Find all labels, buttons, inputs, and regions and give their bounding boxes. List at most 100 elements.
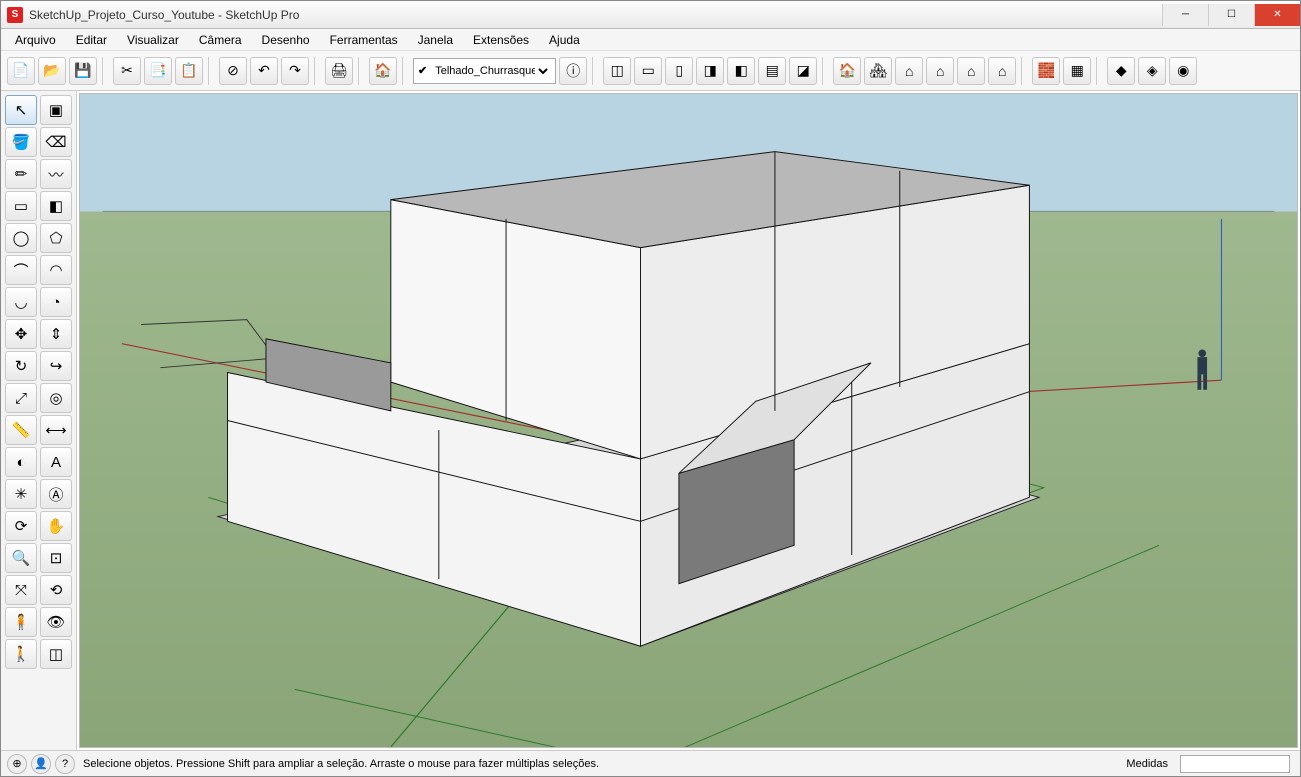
menu-visualizar[interactable]: Visualizar	[119, 31, 187, 49]
print-icon[interactable]: 🖨	[325, 57, 353, 85]
text-tool[interactable]: A	[40, 447, 72, 477]
tool-row: ◡◔	[5, 287, 72, 317]
layer-dropdown[interactable]: Telhado_Churrasque	[431, 64, 551, 78]
measurements-input[interactable]	[1180, 755, 1290, 773]
component-tool[interactable]: ▣	[40, 95, 72, 125]
right-icon[interactable]: ◨	[696, 57, 724, 85]
followme-tool[interactable]: ↪	[40, 351, 72, 381]
look-around-tool[interactable]: 👁	[40, 607, 72, 637]
pushpull-tool[interactable]: ⇕	[40, 319, 72, 349]
scale-tool[interactable]: ⤢	[5, 383, 37, 413]
copy-icon[interactable]: 📑	[144, 57, 172, 85]
separator	[592, 57, 598, 85]
tool-row: ✏〰	[5, 159, 72, 189]
close-button[interactable]: ✕	[1254, 4, 1300, 26]
top-icon[interactable]: ▭	[634, 57, 662, 85]
iso-icon[interactable]: ◫	[603, 57, 631, 85]
save-icon[interactable]: 💾	[69, 57, 97, 85]
tool-row: ⤢◎	[5, 383, 72, 413]
new-file-icon[interactable]: 📄	[7, 57, 35, 85]
layer-selector[interactable]: ✔ Telhado_Churrasque	[413, 58, 556, 84]
orbit-tool[interactable]: ⟳	[5, 511, 37, 541]
top-toolbar: 📄📂💾✂📑📋⊘↶↷🖨🏠✔Telhado_Churrasqueⓘ◫▭▯◨◧▤◪🏠🏘…	[1, 51, 1300, 91]
tape-tool[interactable]: 📏	[5, 415, 37, 445]
ext1-icon[interactable]: 🧱	[1032, 57, 1060, 85]
ext3-icon[interactable]: ◆	[1107, 57, 1135, 85]
menu-câmera[interactable]: Câmera	[191, 31, 250, 49]
rotate-tool[interactable]: ↻	[5, 351, 37, 381]
separator	[1096, 57, 1102, 85]
window-title: SketchUp_Projeto_Curso_Youtube - SketchU…	[29, 8, 299, 22]
tool-row: 📏⟷	[5, 415, 72, 445]
cancel-icon[interactable]: ⊘	[219, 57, 247, 85]
menu-janela[interactable]: Janela	[410, 31, 461, 49]
shade-icon[interactable]: ◪	[789, 57, 817, 85]
pan-tool[interactable]: ✋	[40, 511, 72, 541]
redo-icon[interactable]: ↷	[281, 57, 309, 85]
main-area: ↖▣🪣⌫✏〰▭◧◯⬠⌒◠◡◔✥⇕↻↪⤢◎📏⟷◐A✳Ⓐ⟳✋🔍⊡⤧⟲🧍👁🚶◫	[1, 91, 1300, 750]
walk-tool[interactable]: 🚶	[5, 639, 37, 669]
back-icon[interactable]: ◧	[727, 57, 755, 85]
geo-icon[interactable]: ⊕	[7, 754, 27, 774]
3d-viewport[interactable]	[79, 93, 1298, 748]
rotated-rect-tool[interactable]: ◧	[40, 191, 72, 221]
minimize-button[interactable]: ─	[1162, 4, 1208, 26]
style4-icon[interactable]: ⌂	[926, 57, 954, 85]
previous-tool[interactable]: ⟲	[40, 575, 72, 605]
zoom-extents-tool[interactable]: ⤧	[5, 575, 37, 605]
left-icon[interactable]: ▤	[758, 57, 786, 85]
circle-tool[interactable]: ◯	[5, 223, 37, 253]
arc-tool[interactable]: ⌒	[5, 255, 37, 285]
credits-icon[interactable]: 👤	[31, 754, 51, 774]
dimension-tool[interactable]: ⟷	[40, 415, 72, 445]
model-render	[80, 94, 1297, 747]
paint-bucket-tool[interactable]: 🪣	[5, 127, 37, 157]
ext2-icon[interactable]: ▦	[1063, 57, 1091, 85]
pencil-tool[interactable]: ✏	[5, 159, 37, 189]
separator	[314, 57, 320, 85]
menu-ajuda[interactable]: Ajuda	[541, 31, 588, 49]
style1-icon[interactable]: 🏠	[833, 57, 861, 85]
position-camera-tool[interactable]: 🧍	[5, 607, 37, 637]
open-file-icon[interactable]: 📂	[38, 57, 66, 85]
menu-extensões[interactable]: Extensões	[465, 31, 537, 49]
style6-icon[interactable]: ⌂	[988, 57, 1016, 85]
layer-visible-check[interactable]: ✔	[418, 64, 427, 77]
offset-tool[interactable]: ◎	[40, 383, 72, 413]
eraser-tool[interactable]: ⌫	[40, 127, 72, 157]
paste-icon[interactable]: 📋	[175, 57, 203, 85]
select-tool[interactable]: ↖	[5, 95, 37, 125]
arc2-tool[interactable]: ◠	[40, 255, 72, 285]
ext4-icon[interactable]: ◈	[1138, 57, 1166, 85]
zoom-tool[interactable]: 🔍	[5, 543, 37, 573]
front-icon[interactable]: ▯	[665, 57, 693, 85]
help-icon[interactable]: ?	[55, 754, 75, 774]
rectangle-tool[interactable]: ▭	[5, 191, 37, 221]
style5-icon[interactable]: ⌂	[957, 57, 985, 85]
undo-icon[interactable]: ↶	[250, 57, 278, 85]
menu-desenho[interactable]: Desenho	[254, 31, 318, 49]
layer-info-icon[interactable]: ⓘ	[559, 57, 587, 85]
arc3-tool[interactable]: ◡	[5, 287, 37, 317]
freehand-tool[interactable]: 〰	[40, 159, 72, 189]
tool-row: ◐A	[5, 447, 72, 477]
cut-icon[interactable]: ✂	[113, 57, 141, 85]
menu-ferramentas[interactable]: Ferramentas	[322, 31, 406, 49]
tool-row: 🚶◫	[5, 639, 72, 669]
pie-tool[interactable]: ◔	[40, 287, 72, 317]
left-toolbar: ↖▣🪣⌫✏〰▭◧◯⬠⌒◠◡◔✥⇕↻↪⤢◎📏⟷◐A✳Ⓐ⟳✋🔍⊡⤧⟲🧍👁🚶◫	[1, 91, 77, 750]
polygon-tool[interactable]: ⬠	[40, 223, 72, 253]
maximize-button[interactable]: ☐	[1208, 4, 1254, 26]
menu-editar[interactable]: Editar	[68, 31, 115, 49]
style2-icon[interactable]: 🏘	[864, 57, 892, 85]
axes-tool[interactable]: ✳	[5, 479, 37, 509]
model-info-icon[interactable]: 🏠	[369, 57, 397, 85]
section-tool[interactable]: ◫	[40, 639, 72, 669]
protractor-tool[interactable]: ◐	[5, 447, 37, 477]
ext5-icon[interactable]: ◉	[1169, 57, 1197, 85]
move-tool[interactable]: ✥	[5, 319, 37, 349]
style3-icon[interactable]: ⌂	[895, 57, 923, 85]
3dtext-tool[interactable]: Ⓐ	[40, 479, 72, 509]
zoom-window-tool[interactable]: ⊡	[40, 543, 72, 573]
menu-arquivo[interactable]: Arquivo	[7, 31, 64, 49]
